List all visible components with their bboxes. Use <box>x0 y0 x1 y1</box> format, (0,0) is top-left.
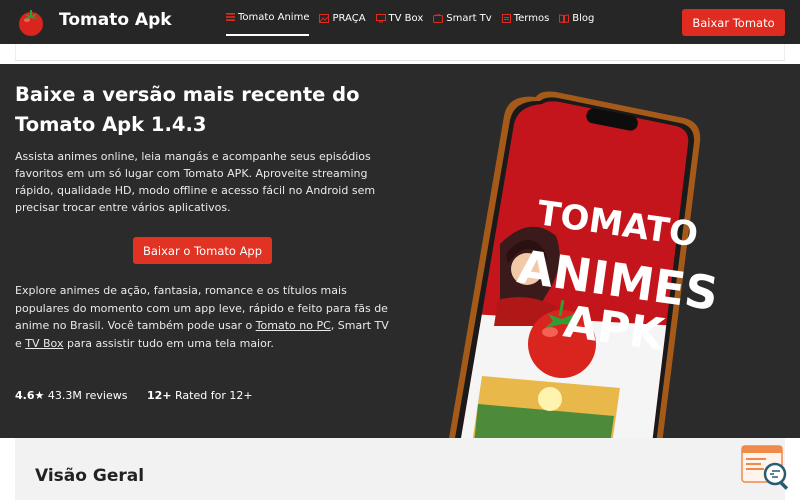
nav-item-praca[interactable]: PRAÇA <box>319 0 366 36</box>
image-icon <box>319 13 330 23</box>
nav-label: PRAÇA <box>332 12 366 24</box>
document-icon <box>501 13 511 23</box>
main-nav: Tomato Anime PRAÇA TV Box Smart Tv Termo… <box>226 0 604 36</box>
tv-icon <box>433 13 444 23</box>
download-tomato-button[interactable]: Baixar Tomato <box>682 9 785 36</box>
nav-label: Blog <box>572 12 595 24</box>
site-title[interactable]: Tomato Apk <box>59 10 172 30</box>
nav-label: Tomato Anime <box>238 11 310 23</box>
nav-label: Smart Tv <box>446 12 492 24</box>
book-icon <box>559 13 570 23</box>
overview-title: Visão Geral <box>35 466 145 486</box>
tv-icon <box>375 13 386 22</box>
separator-inner <box>15 44 785 61</box>
reader-search-icon[interactable] <box>741 445 791 490</box>
navbar: Tomato Apk Tomato Anime PRAÇA TV Box Sma… <box>0 0 800 44</box>
nav-label: Termos <box>513 12 550 24</box>
nav-item-termos[interactable]: Termos <box>501 0 550 36</box>
hero-section: Baixe a versão mais recente do Tomato Ap… <box>0 64 800 438</box>
phone-mockup-image: TOMATO ANIMES APK <box>449 91 722 438</box>
overview-section: Visão Geral <box>15 438 785 500</box>
list-icon <box>226 13 235 21</box>
nav-item-tv-box[interactable]: TV Box <box>375 0 424 36</box>
nav-item-blog[interactable]: Blog <box>559 0 594 36</box>
nav-label: TV Box <box>388 12 424 24</box>
nav-item-tomato-anime[interactable]: Tomato Anime <box>226 0 310 36</box>
white-separator <box>0 44 800 64</box>
nav-item-smart-tv[interactable]: Smart Tv <box>433 0 492 36</box>
tomato-logo-icon[interactable] <box>16 7 46 37</box>
